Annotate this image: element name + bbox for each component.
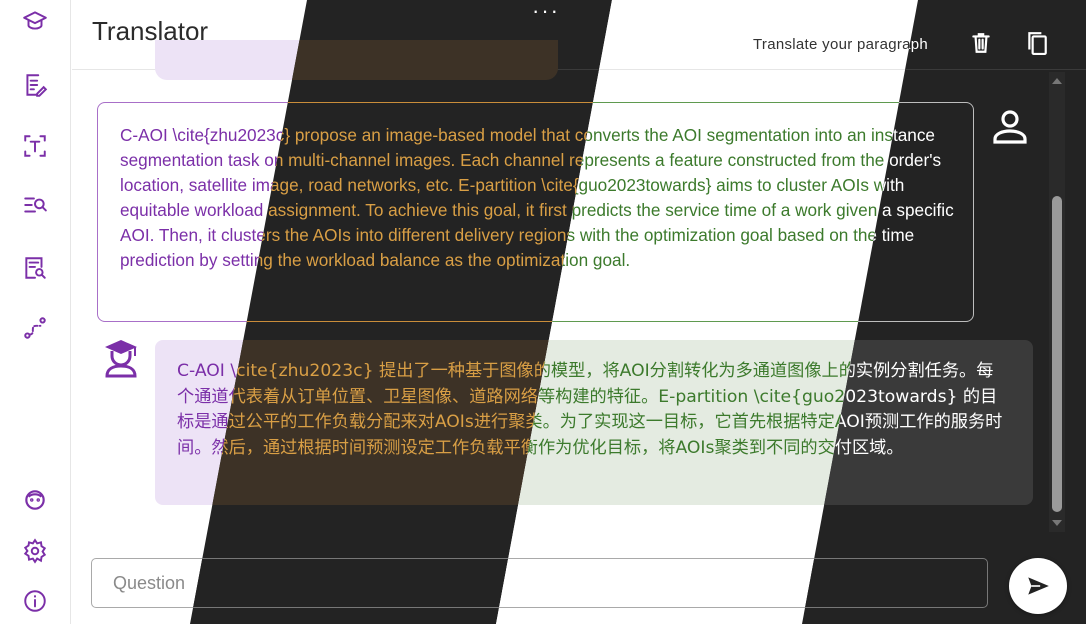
header-hint: Translate your paragraph — [753, 36, 929, 53]
search-list-icon[interactable] — [20, 190, 50, 220]
settings-icon[interactable] — [20, 536, 50, 566]
user-avatar-icon — [990, 106, 1030, 146]
graduation-cap-icon[interactable] — [20, 6, 50, 36]
more-options-icon[interactable]: ··· — [532, 0, 560, 24]
scrollbar-thumb[interactable] — [1052, 196, 1062, 512]
assistant-face-icon[interactable] — [20, 485, 50, 515]
send-button[interactable] — [1009, 558, 1067, 614]
trash-icon[interactable] — [968, 30, 994, 56]
route-icon[interactable] — [20, 313, 50, 343]
sidebar — [0, 0, 71, 624]
info-icon[interactable] — [20, 586, 50, 616]
text-scan-icon[interactable] — [20, 131, 50, 161]
edit-document-icon[interactable] — [20, 70, 50, 100]
copy-icon[interactable] — [1024, 30, 1050, 56]
send-icon — [1028, 577, 1049, 595]
document-search-icon[interactable] — [20, 253, 50, 283]
scroll-up-arrow-icon[interactable] — [1052, 78, 1062, 84]
scroll-down-arrow-icon[interactable] — [1052, 520, 1062, 526]
assistant-avatar-icon — [103, 338, 139, 378]
